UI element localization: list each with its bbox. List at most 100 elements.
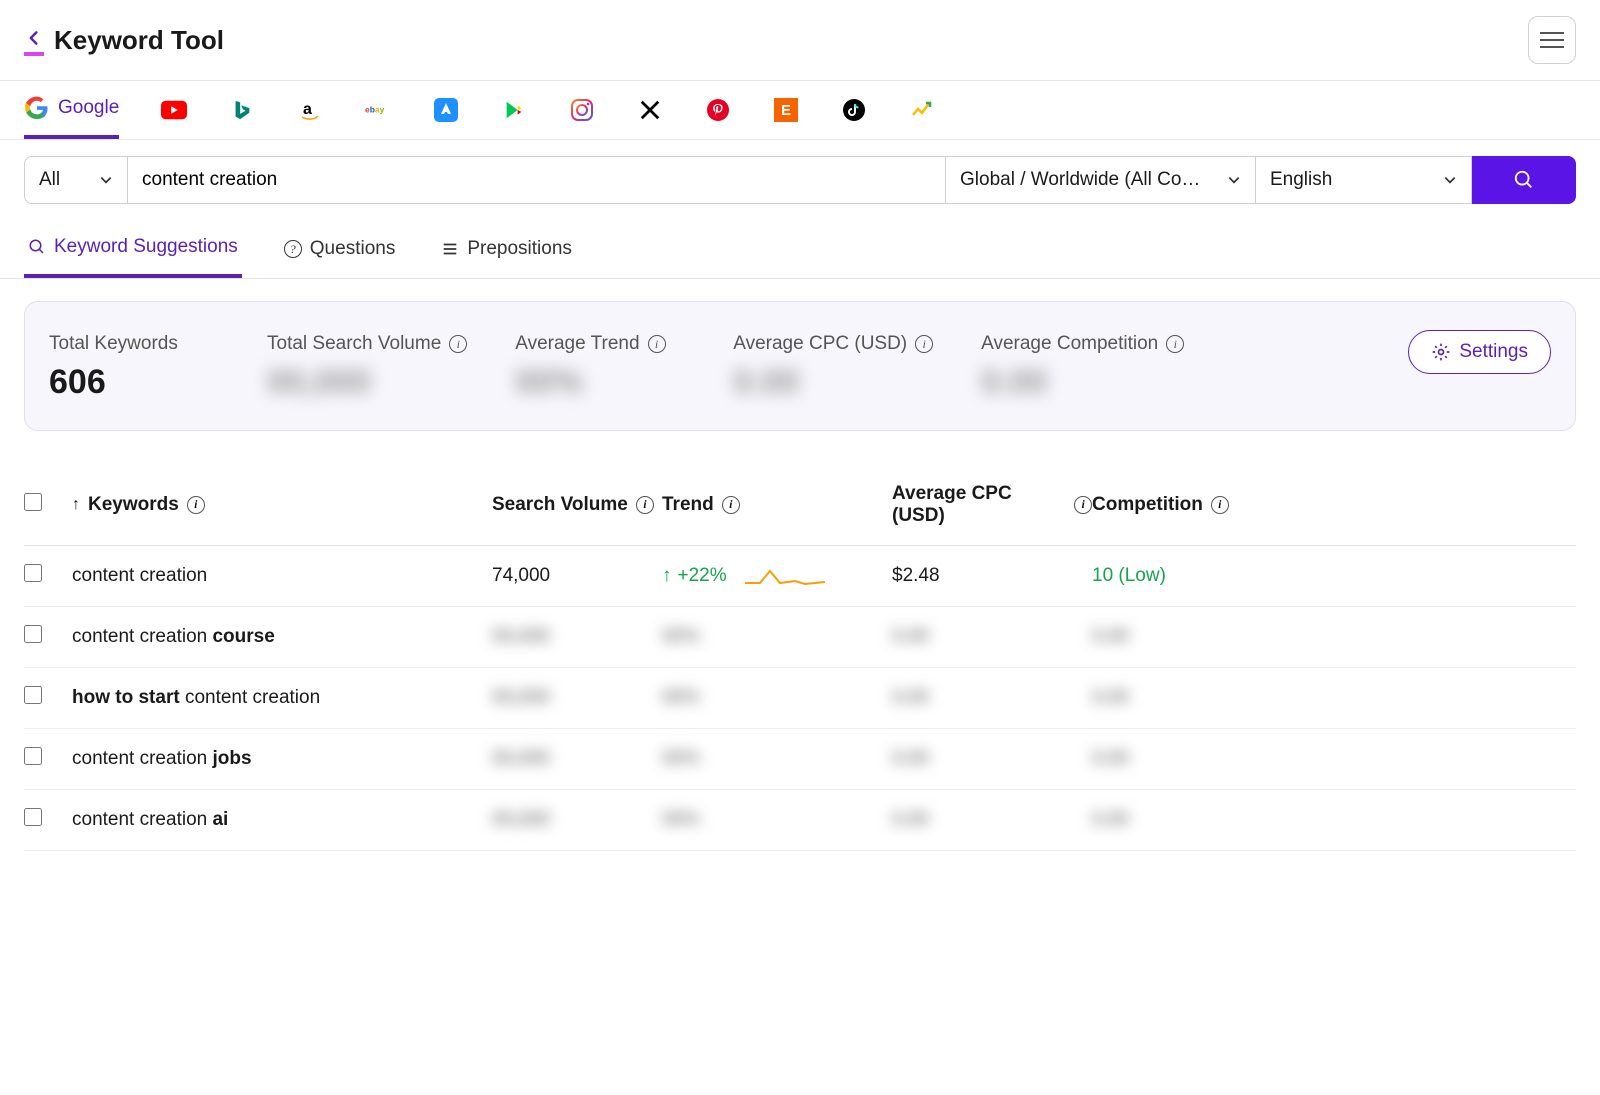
- region-dropdown[interactable]: Global / Worldwide (All Co…: [946, 156, 1256, 204]
- row-checkbox[interactable]: [24, 686, 42, 704]
- platform-trends[interactable]: [909, 97, 935, 137]
- col-search-volume[interactable]: Search Volume i: [492, 494, 662, 516]
- cell-keyword: content creation course: [72, 626, 492, 648]
- table-header: ↑Keywords i Search Volume i Trend i Aver…: [24, 465, 1576, 546]
- bing-icon: [229, 97, 255, 123]
- col-keywords[interactable]: ↑Keywords i: [72, 494, 492, 516]
- stat-avg-trend: Average Trend i 00%: [515, 330, 685, 402]
- cell-keyword: content creation jobs: [72, 748, 492, 770]
- settings-label: Settings: [1459, 341, 1528, 363]
- table-row: content creation74,000↑ +22% $2.4810 (Lo…: [24, 546, 1576, 607]
- results-table: ↑Keywords i Search Volume i Trend i Aver…: [0, 453, 1600, 851]
- x-icon: [637, 97, 663, 123]
- language-dropdown[interactable]: English: [1256, 156, 1472, 204]
- platform-x[interactable]: [637, 97, 663, 137]
- stat-value: 0.00: [733, 363, 933, 402]
- row-checkbox[interactable]: [24, 747, 42, 765]
- cell-search-volume: 00,000: [492, 687, 662, 709]
- search-input[interactable]: [142, 169, 931, 191]
- search-input-wrap: [128, 156, 946, 204]
- cell-competition: 10 (Low): [1092, 565, 1252, 587]
- pinterest-icon: [705, 97, 731, 123]
- tab-prepositions[interactable]: Prepositions: [437, 220, 576, 278]
- info-icon[interactable]: i: [449, 335, 467, 353]
- col-competition[interactable]: Competition i: [1092, 494, 1252, 516]
- tab-label: Prepositions: [467, 238, 572, 260]
- cell-competition: 0.00: [1092, 687, 1252, 709]
- info-icon[interactable]: i: [648, 335, 666, 353]
- tab-label: Questions: [310, 238, 396, 260]
- arrow-up-icon: ↑: [662, 565, 672, 587]
- info-icon[interactable]: i: [1211, 496, 1229, 514]
- appstore-icon: [433, 97, 459, 123]
- platform-appstore[interactable]: [433, 97, 459, 137]
- menu-button[interactable]: [1528, 16, 1576, 64]
- brand: Keyword Tool: [24, 24, 224, 56]
- settings-button[interactable]: Settings: [1408, 330, 1551, 374]
- platform-playstore[interactable]: [501, 97, 527, 137]
- platform-google[interactable]: Google: [24, 95, 119, 139]
- stat-label: Total Keywords: [49, 330, 219, 359]
- result-tabs: Keyword Suggestions ? Questions Preposit…: [0, 220, 1600, 279]
- tab-questions[interactable]: ? Questions: [280, 220, 400, 278]
- info-icon[interactable]: i: [915, 335, 933, 353]
- platform-tiktok[interactable]: [841, 97, 867, 137]
- youtube-icon: [161, 97, 187, 123]
- info-icon[interactable]: i: [722, 496, 740, 514]
- row-checkbox[interactable]: [24, 564, 42, 582]
- etsy-icon: E: [773, 97, 799, 123]
- platform-tabs: Google a ebay E: [0, 81, 1600, 140]
- svg-text:ebay: ebay: [365, 105, 385, 115]
- cell-cpc: 0.00: [892, 748, 1092, 770]
- svg-text:a: a: [303, 101, 312, 118]
- stat-value: 0.00: [981, 363, 1184, 402]
- chevron-down-icon: [1443, 173, 1457, 187]
- cell-keyword: how to start content creation: [72, 687, 492, 709]
- info-icon[interactable]: i: [1074, 496, 1092, 514]
- question-icon: ?: [284, 240, 302, 258]
- row-checkbox[interactable]: [24, 808, 42, 826]
- platform-amazon[interactable]: a: [297, 97, 323, 137]
- platform-ebay[interactable]: ebay: [365, 97, 391, 137]
- search-icon: [1513, 169, 1535, 191]
- chevron-down-icon: [99, 173, 113, 187]
- cell-trend: 00%: [662, 748, 892, 770]
- table-row: content creation jobs00,00000%0.000.00: [24, 729, 1576, 790]
- col-avg-cpc[interactable]: Average CPC (USD) i: [892, 483, 1092, 527]
- info-icon[interactable]: i: [187, 496, 205, 514]
- stat-label: Average CPC (USD) i: [733, 330, 933, 359]
- tab-keyword-suggestions[interactable]: Keyword Suggestions: [24, 220, 242, 278]
- info-icon[interactable]: i: [636, 496, 654, 514]
- table-row: content creation course00,00000%0.000.00: [24, 607, 1576, 668]
- stat-avg-competition: Average Competition i 0.00: [981, 330, 1184, 402]
- col-trend[interactable]: Trend i: [662, 494, 892, 516]
- instagram-icon: [569, 97, 595, 123]
- select-all-checkbox[interactable]: [24, 493, 42, 511]
- cell-search-volume: 00,000: [492, 626, 662, 648]
- filter-dropdown[interactable]: All: [24, 156, 128, 204]
- sparkline-icon: [745, 565, 825, 587]
- trends-icon: [909, 97, 935, 123]
- sort-asc-icon: ↑: [72, 496, 80, 514]
- stat-value: 606: [49, 363, 219, 402]
- row-checkbox[interactable]: [24, 625, 42, 643]
- stat-label: Total Search Volume i: [267, 330, 467, 359]
- info-icon[interactable]: i: [1166, 335, 1184, 353]
- cell-search-volume: 00,000: [492, 809, 662, 831]
- cell-keyword: content creation: [72, 565, 492, 587]
- playstore-icon: [501, 97, 527, 123]
- amazon-icon: a: [297, 97, 323, 123]
- header: Keyword Tool: [0, 0, 1600, 81]
- cell-trend: 00%: [662, 687, 892, 709]
- platform-etsy[interactable]: E: [773, 97, 799, 137]
- platform-bing[interactable]: [229, 97, 255, 137]
- platform-youtube[interactable]: [161, 97, 187, 137]
- stats-panel: Total Keywords 606 Total Search Volume i…: [24, 301, 1576, 431]
- platform-pinterest[interactable]: [705, 97, 731, 137]
- platform-instagram[interactable]: [569, 97, 595, 137]
- tiktok-icon: [841, 97, 867, 123]
- search-button[interactable]: [1472, 156, 1576, 204]
- table-row: how to start content creation00,00000% 0.…: [24, 668, 1576, 729]
- region-label: Global / Worldwide (All Co…: [960, 169, 1200, 191]
- cell-cpc: $2.48: [892, 565, 1092, 587]
